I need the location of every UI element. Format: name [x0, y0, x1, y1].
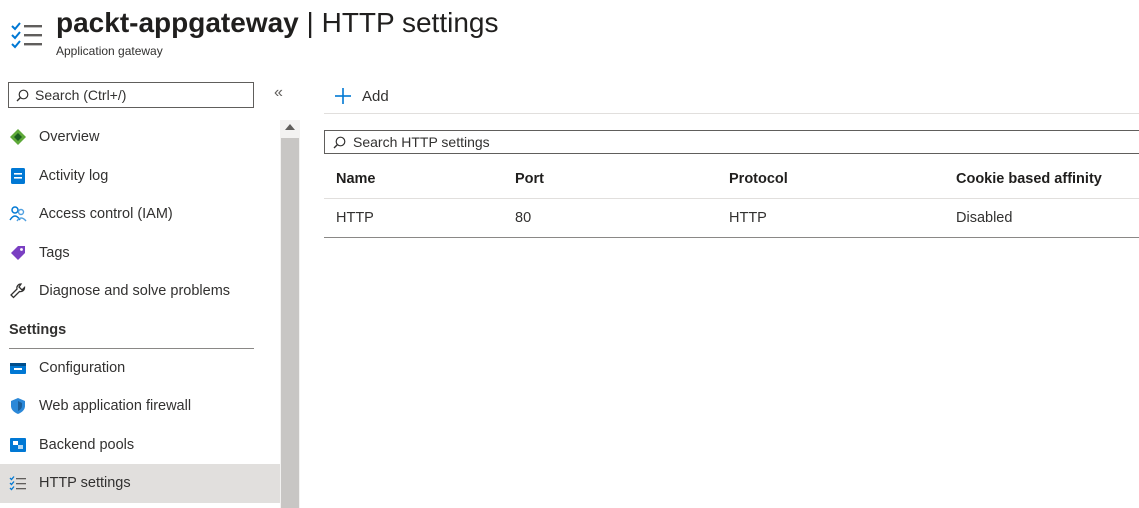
sidebar-item-label: Tags — [39, 244, 70, 261]
http-settings-search-box[interactable] — [324, 130, 1139, 154]
column-header-port[interactable]: Port — [515, 171, 729, 187]
menu-list: Overview Activity log Access control (IA… — [0, 118, 280, 503]
cell-port: 80 — [515, 210, 532, 226]
sidebar-item-diagnose[interactable]: Diagnose and solve problems — [0, 272, 280, 311]
table-header-row: Name Port Protocol Cookie based affinity — [324, 160, 1139, 199]
shield-icon — [9, 397, 27, 415]
scroll-up-arrow-icon[interactable] — [285, 124, 295, 130]
sidebar-item-overview[interactable]: Overview — [0, 118, 280, 157]
http-settings-icon — [10, 20, 44, 50]
resource-name: packt-appgateway — [56, 7, 299, 38]
column-header-name[interactable]: Name — [324, 171, 515, 187]
http-settings-table: Name Port Protocol Cookie based affinity… — [324, 160, 1139, 238]
sidebar-item-label: Activity log — [39, 167, 109, 184]
configuration-icon — [9, 359, 27, 377]
sidebar-item-label: Diagnose and solve problems — [39, 283, 231, 300]
page-header: packt-appgateway | HTTP settings Applica… — [0, 0, 1139, 70]
menu-scrollbar[interactable] — [280, 120, 300, 508]
page-title: packt-appgateway | HTTP settings — [56, 6, 498, 40]
sidebar-item-label: Backend pools — [39, 436, 135, 453]
sidebar-item-label: Overview — [39, 129, 100, 146]
wrench-icon — [9, 282, 27, 300]
page-name: HTTP settings — [321, 7, 499, 38]
sidebar-item-label: Web application firewall — [39, 398, 192, 415]
column-header-cookie-affinity[interactable]: Cookie based affinity — [956, 171, 1139, 187]
menu-search-box[interactable] — [8, 82, 254, 108]
sidebar-item-label: Configuration — [39, 359, 126, 376]
menu-search-input[interactable] — [35, 85, 245, 105]
scrollbar-thumb[interactable] — [281, 138, 299, 508]
toolbar-divider — [324, 113, 1139, 114]
sidebar-item-http-settings[interactable]: HTTP settings — [0, 464, 280, 503]
add-button[interactable]: Add — [334, 84, 389, 108]
sidebar-item-backend-pools[interactable]: Backend pools — [0, 426, 280, 465]
iam-icon — [9, 205, 27, 223]
tag-icon — [9, 244, 27, 262]
search-icon — [16, 89, 29, 102]
search-icon — [333, 136, 346, 149]
plus-icon — [335, 88, 351, 104]
cell-name: HTTP — [336, 210, 374, 226]
sidebar-item-waf[interactable]: Web application firewall — [0, 387, 280, 426]
collapse-menu-button[interactable]: « — [274, 84, 283, 102]
http-settings-icon — [9, 474, 27, 492]
sidebar-item-iam[interactable]: Access control (IAM) — [0, 195, 280, 234]
add-button-label: Add — [362, 87, 389, 105]
activity-log-icon — [9, 167, 27, 185]
sidebar-item-activity-log[interactable]: Activity log — [0, 157, 280, 196]
resource-menu: « Overview Activity log — [0, 76, 300, 508]
title-separator: | — [298, 7, 322, 38]
overview-icon — [9, 128, 27, 146]
table-row[interactable]: HTTP 80 HTTP Disabled — [324, 199, 1139, 238]
sidebar-item-label: HTTP settings — [39, 475, 131, 492]
column-header-protocol[interactable]: Protocol — [729, 171, 956, 187]
sidebar-item-label: Access control (IAM) — [39, 206, 173, 223]
section-header-settings: Settings — [0, 311, 280, 349]
http-settings-search-input[interactable] — [353, 133, 1053, 151]
backend-pools-icon — [9, 436, 27, 454]
sidebar-item-configuration[interactable]: Configuration — [0, 349, 280, 388]
cell-cookie-affinity: Disabled — [956, 210, 1013, 226]
resource-type: Application gateway — [56, 44, 163, 58]
cell-protocol: HTTP — [729, 210, 767, 226]
sidebar-item-tags[interactable]: Tags — [0, 234, 280, 273]
